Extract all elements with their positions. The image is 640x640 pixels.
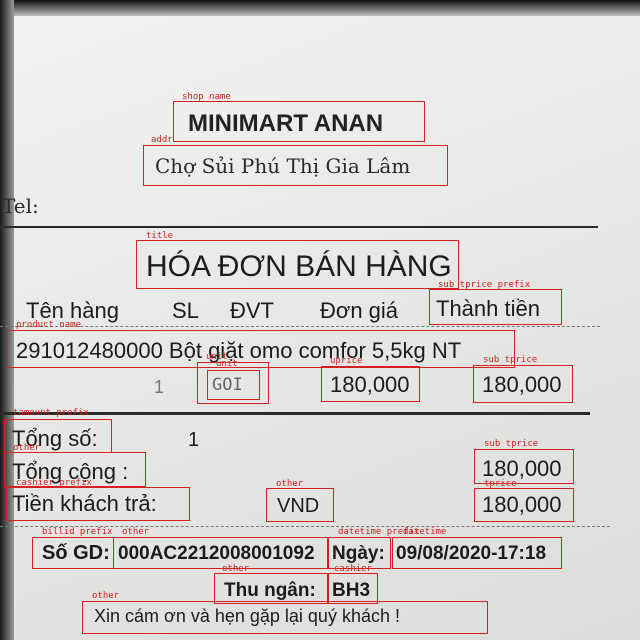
- annotation-tag-shop-name: shop name: [182, 92, 231, 102]
- column-unit: ĐVT: [230, 298, 274, 323]
- annotation-box-tprice: [474, 488, 574, 522]
- annotation-tag-sub-tprice-prefix: sub tprice prefix: [438, 280, 531, 290]
- annotation-tag-other-footer: other: [92, 591, 120, 601]
- column-unit-price: Đơn giá: [320, 298, 399, 323]
- annotation-tag-tamount-prefix: tamount prefix: [13, 408, 89, 418]
- annotation-box-addr: [143, 145, 448, 186]
- annotation-tag-other-currency: other: [276, 479, 304, 489]
- annotation-tag-product-name: product name: [16, 320, 82, 330]
- annotation-tag-sub-tprice: sub tprice: [483, 355, 538, 365]
- annotation-box-billid-prefix: [32, 537, 114, 569]
- separator-top: [0, 226, 598, 228]
- annotation-box-other-footer: [82, 601, 488, 634]
- receipt-paper: MINIMART ANAN Chợ Sủi Phú Thị Gia Lâm Te…: [0, 0, 640, 640]
- annotation-box-other-cashier-label: [214, 573, 328, 604]
- separator-dotted: [0, 326, 600, 327]
- annotation-box-datetime: [392, 537, 562, 569]
- column-qty: SL: [172, 298, 199, 323]
- annotation-tag-uprice: uprice: [330, 356, 363, 366]
- annotation-box-shop-name: [173, 101, 425, 142]
- annotation-tag-addr: addr: [151, 135, 173, 145]
- annotation-tag-other-total-label: other: [13, 443, 41, 453]
- item-qty: 1: [154, 377, 165, 397]
- tel-label: Tel:: [2, 194, 39, 218]
- annotation-box-sub-tprice-prefix: [429, 289, 562, 325]
- annotation-box-uprice: [321, 366, 420, 402]
- annotation-box-other-billid: [113, 537, 328, 569]
- annotation-tag-cashier-prefix: cashier prefix: [16, 478, 92, 488]
- photo-edge-left: [0, 0, 14, 640]
- total-qty-value: 1: [188, 429, 200, 451]
- annotation-box-title: [136, 240, 459, 289]
- annotation-tag-billid-prefix: billid prefix: [42, 527, 113, 537]
- annotation-tag-title: title: [146, 231, 174, 241]
- annotation-tag-tprice: tprice: [484, 479, 517, 489]
- annotation-tag-datetime: datetime: [403, 527, 447, 537]
- annotation-box-sub-tprice: [473, 365, 573, 403]
- annotation-tag-cashier: cashier: [334, 564, 372, 574]
- annotation-box-cashier: [328, 573, 378, 604]
- annotation-box-unit-inner: [207, 370, 260, 400]
- annotation-tag-unit-inner: unit: [216, 359, 238, 369]
- column-item: Tên hàng: [26, 298, 119, 323]
- photo-edge-top: [0, 0, 640, 16]
- annotation-tag-other-cashier-label: other: [222, 564, 250, 574]
- annotation-tag-sub-tprice-total: sub tprice: [484, 439, 539, 449]
- annotation-box-cashier-prefix: [6, 487, 190, 521]
- annotation-tag-other-billid: other: [122, 527, 150, 537]
- annotation-box-other-currency: [266, 488, 334, 522]
